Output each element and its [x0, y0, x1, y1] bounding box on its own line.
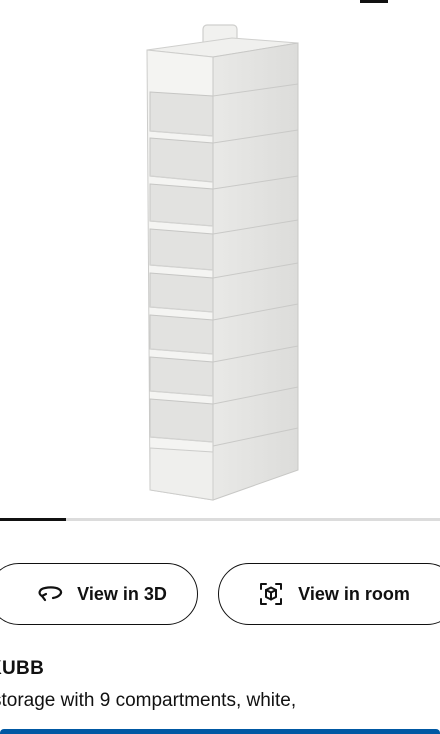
- product-name[interactable]: KUBB: [0, 658, 44, 680]
- view-in-room-label: View in room: [298, 583, 410, 604]
- add-to-bag-button-edge[interactable]: [0, 729, 440, 734]
- rotate-3d-icon: [37, 581, 63, 607]
- carousel-indicator: [0, 518, 66, 521]
- carousel-track[interactable]: [0, 518, 440, 521]
- view-in-3d-button[interactable]: View in 3D: [0, 563, 198, 625]
- ar-room-icon: [258, 581, 284, 607]
- view-in-3d-label: View in 3D: [77, 583, 167, 604]
- product-description: storage with 9 compartments, white,: [0, 690, 297, 711]
- view-in-room-button[interactable]: View in room: [218, 563, 440, 625]
- product-image[interactable]: [0, 0, 440, 515]
